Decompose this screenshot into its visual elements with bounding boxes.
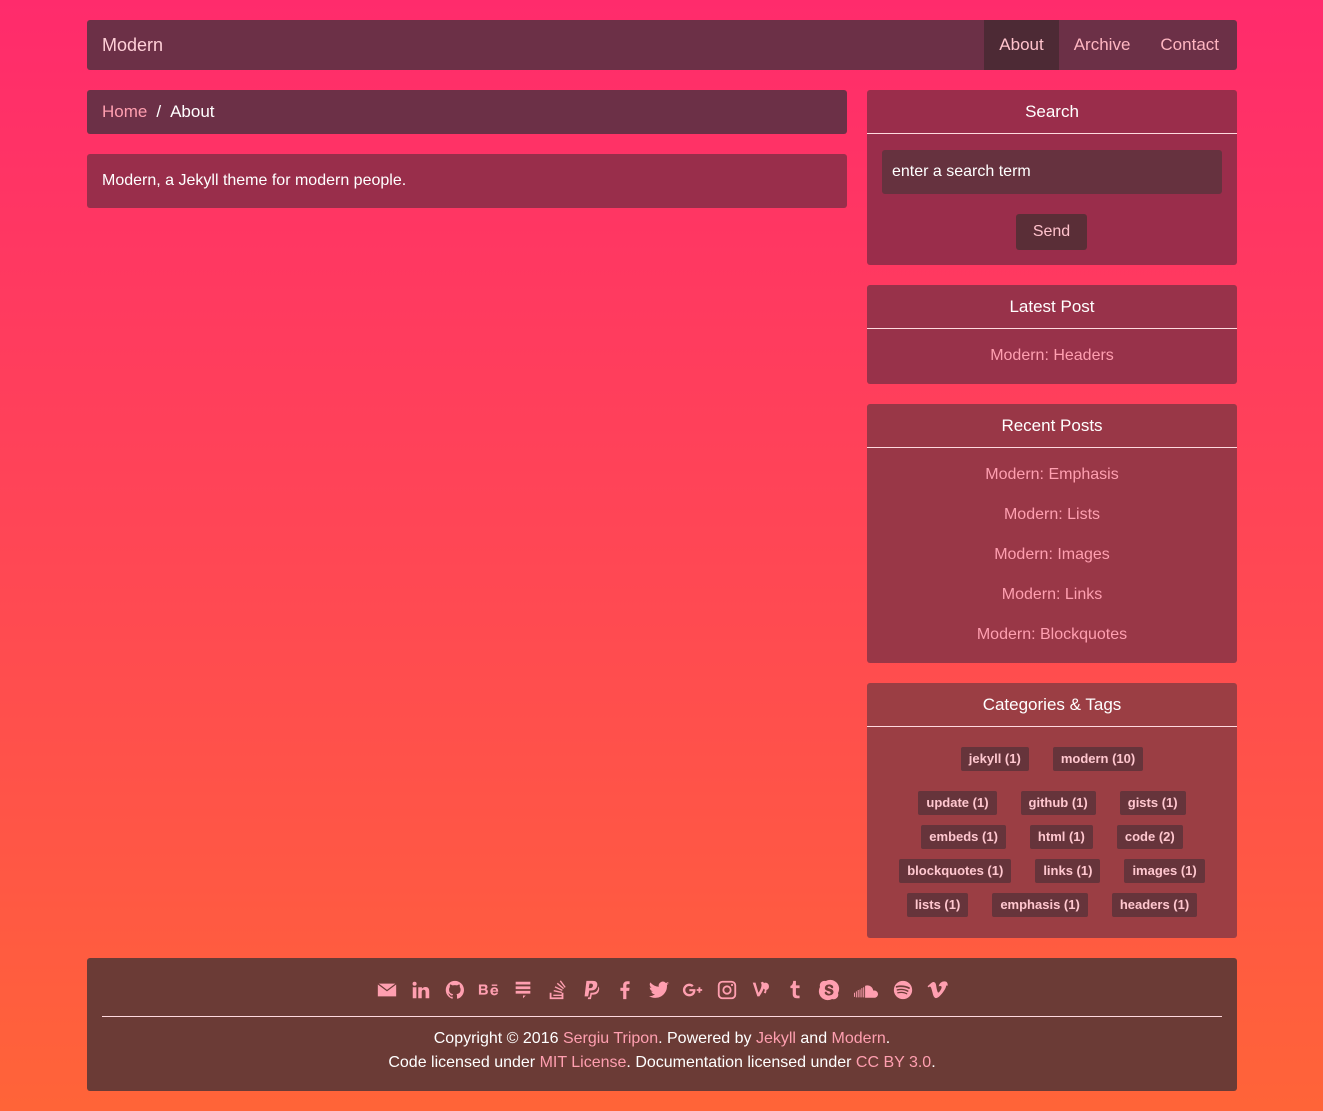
tag-link[interactable]: headers (1) [1111, 893, 1198, 917]
search-widget-title: Search [867, 90, 1237, 134]
license-line: Code licensed under MIT License. Documen… [87, 1051, 1237, 1075]
categories-tags-widget: Categories & Tags jekyll (1) modern (10)… [867, 683, 1237, 938]
code-license-text: Code licensed under [388, 1054, 540, 1071]
vimeo-icon[interactable] [925, 978, 949, 1002]
behance-icon[interactable] [477, 978, 501, 1002]
categories-tags-title: Categories & Tags [867, 683, 1237, 727]
tag-link[interactable]: emphasis (1) [992, 893, 1088, 917]
brand-link[interactable]: Modern [87, 20, 984, 70]
footer-text: Copyright © 2016 Sergiu Tripon. Powered … [87, 1017, 1237, 1075]
github-icon[interactable] [443, 978, 467, 1002]
send-button[interactable]: Send [1016, 214, 1087, 250]
search-input[interactable] [882, 150, 1222, 194]
tag-link[interactable]: embeds (1) [921, 825, 1006, 849]
tag-link[interactable]: images (1) [1124, 859, 1205, 883]
jekyll-link[interactable]: Jekyll [756, 1030, 796, 1047]
skype-icon[interactable] [817, 978, 841, 1002]
search-widget: Search Send [867, 90, 1237, 265]
doc-license-text: . Documentation licensed under [626, 1054, 856, 1071]
recent-posts-title: Recent Posts [867, 404, 1237, 448]
tag-link[interactable]: links (1) [1035, 859, 1101, 883]
recent-post-link[interactable]: Modern: Lists [1004, 506, 1100, 523]
latest-post-widget: Latest Post Modern: Headers [867, 285, 1237, 384]
modern-link[interactable]: Modern [832, 1030, 886, 1047]
soundcloud-icon[interactable] [851, 978, 881, 1002]
facebook-icon[interactable] [613, 978, 637, 1002]
tag-link[interactable]: gists (1) [1119, 791, 1186, 815]
breadcrumb-current: About [170, 102, 215, 121]
vine-icon[interactable] [749, 978, 773, 1002]
nav-item-contact[interactable]: Contact [1145, 20, 1237, 70]
tag-link[interactable]: html (1) [1029, 825, 1093, 849]
google-plus-icon[interactable] [681, 978, 705, 1002]
linkedin-icon[interactable] [409, 978, 433, 1002]
navbar: Modern About Archive Contact [87, 20, 1237, 70]
nav-item-archive[interactable]: Archive [1059, 20, 1146, 70]
stack-overflow-icon[interactable] [545, 978, 569, 1002]
tag-link[interactable]: update (1) [918, 791, 997, 815]
mit-license-link[interactable]: MIT License [540, 1054, 627, 1071]
category-tag[interactable]: jekyll (1) [960, 747, 1029, 771]
footer: Copyright © 2016 Sergiu Tripon. Powered … [87, 958, 1237, 1091]
page-content: Modern, a Jekyll theme for modern people… [87, 154, 847, 208]
paypal-icon[interactable] [579, 978, 603, 1002]
breadcrumb-separator: / [156, 102, 162, 121]
envelope-icon[interactable] [375, 978, 399, 1002]
period-text: . [885, 1030, 891, 1047]
tag-link[interactable]: github (1) [1020, 791, 1096, 815]
latest-post-link[interactable]: Modern: Headers [990, 347, 1114, 364]
tumblr-icon[interactable] [783, 978, 807, 1002]
powered-by-text: . Powered by [658, 1030, 756, 1047]
breadcrumb-home-link[interactable]: Home [102, 102, 147, 122]
recent-post-link[interactable]: Modern: Images [994, 546, 1110, 563]
stack-exchange-icon[interactable] [511, 978, 535, 1002]
recent-posts-widget: Recent Posts Modern: Emphasis Modern: Li… [867, 404, 1237, 663]
cc-license-link[interactable]: CC BY 3.0 [856, 1054, 931, 1071]
social-links [87, 958, 1237, 1016]
copyright-line: Copyright © 2016 Sergiu Tripon. Powered … [87, 1027, 1237, 1051]
spotify-icon[interactable] [891, 978, 915, 1002]
tag-link[interactable]: lists (1) [906, 893, 969, 917]
category-tag[interactable]: modern (10) [1052, 747, 1144, 771]
nav-item-about[interactable]: About [984, 20, 1059, 70]
period-text: . [931, 1054, 936, 1071]
twitter-icon[interactable] [647, 978, 671, 1002]
tag-link[interactable]: blockquotes (1) [899, 859, 1012, 883]
instagram-icon[interactable] [715, 978, 739, 1002]
latest-post-title: Latest Post [867, 285, 1237, 329]
author-link[interactable]: Sergiu Tripon [563, 1030, 658, 1047]
copyright-text: Copyright © 2016 [433, 1030, 563, 1047]
recent-post-link[interactable]: Modern: Emphasis [985, 466, 1118, 483]
and-text: and [795, 1030, 832, 1047]
breadcrumb: Home / About [87, 90, 847, 134]
page-content-text: Modern, a Jekyll theme for modern people… [102, 172, 407, 189]
recent-post-link[interactable]: Modern: Links [1002, 586, 1103, 603]
tag-link[interactable]: code (2) [1116, 825, 1183, 849]
recent-post-link[interactable]: Modern: Blockquotes [977, 626, 1127, 643]
